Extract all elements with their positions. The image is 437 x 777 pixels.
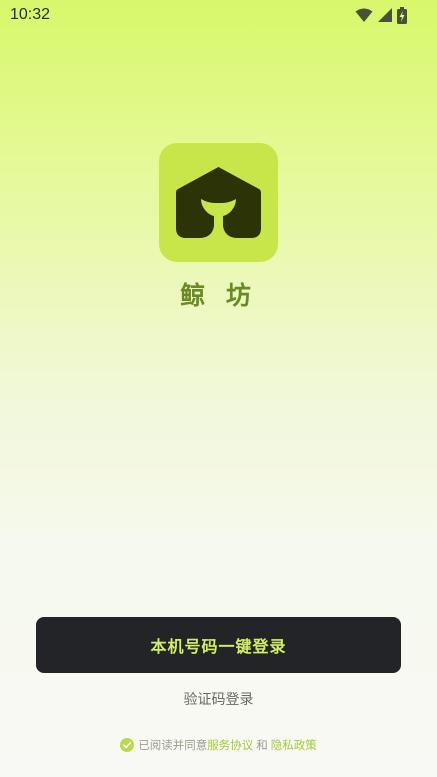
service-agreement-link[interactable]: 服务协议 (207, 737, 253, 753)
status-time: 10:32 (10, 6, 51, 23)
code-login-link[interactable]: 验证码登录 (0, 689, 437, 709)
cellular-signal-icon (378, 8, 392, 22)
privacy-policy-link[interactable]: 隐私政策 (271, 737, 317, 753)
agreement-row: 已阅读并同意 服务协议 和 隐私政策 (0, 736, 437, 754)
check-circle-icon[interactable] (120, 738, 135, 752)
status-icons (355, 6, 407, 24)
wifi-icon (355, 8, 373, 22)
status-bar: 10:32 (0, 0, 437, 30)
app-name: 鲸 坊 (180, 281, 257, 310)
app-logo (159, 143, 278, 262)
battery-charging-icon (397, 6, 407, 24)
agreement-conjunction: 和 (256, 738, 268, 752)
whale-tail-house-icon (176, 167, 261, 238)
agreement-prefix: 已阅读并同意 (138, 738, 208, 752)
one-tap-login-button[interactable]: 本机号码一键登录 (36, 617, 401, 673)
